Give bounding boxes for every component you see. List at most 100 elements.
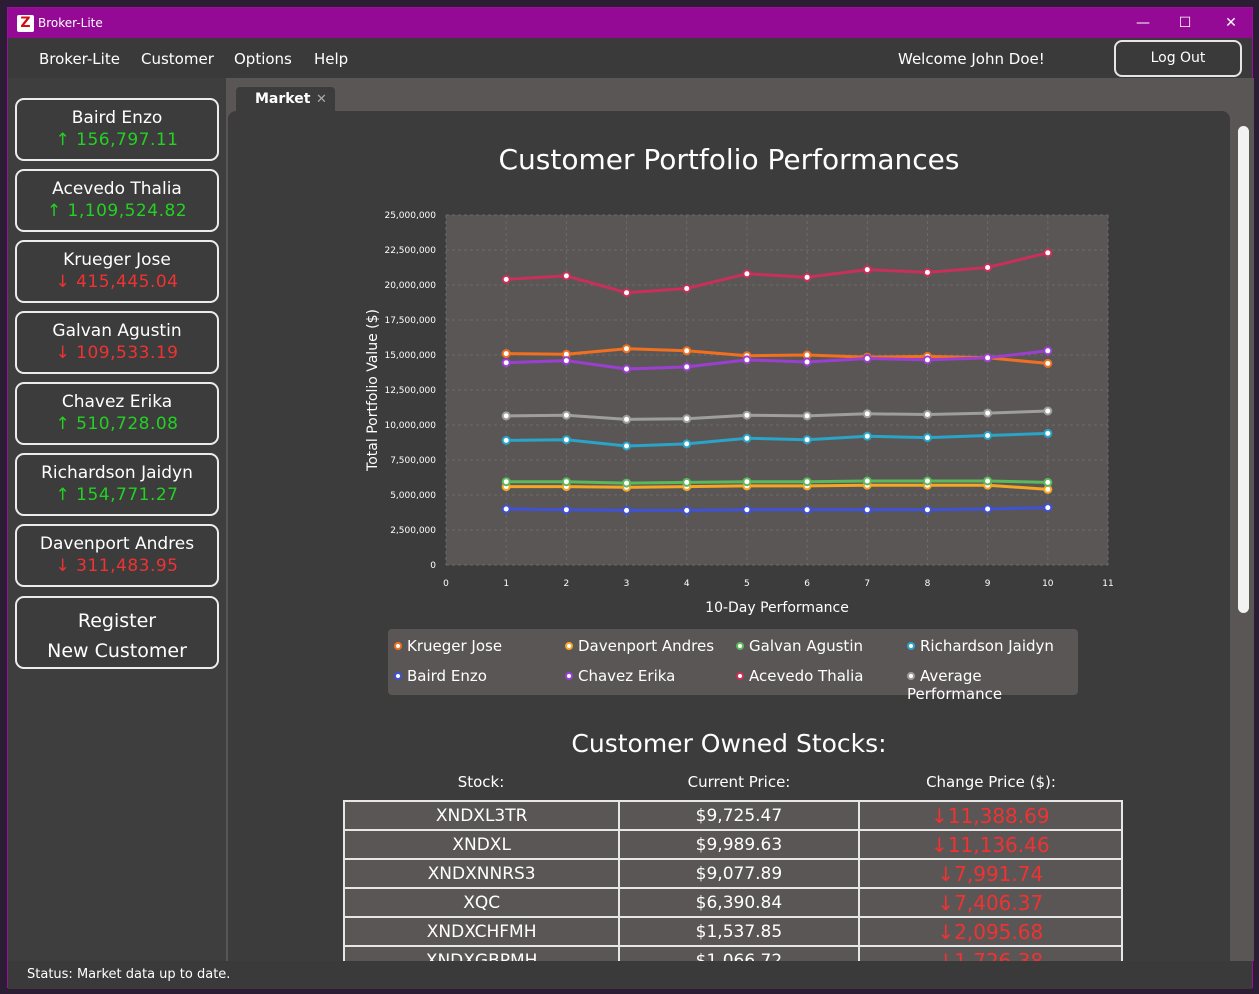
data-point bbox=[622, 441, 632, 451]
data-point bbox=[501, 358, 511, 368]
menu-help[interactable]: Help bbox=[314, 50, 348, 68]
data-point bbox=[501, 411, 511, 421]
stock-price: $9,077.89 bbox=[618, 858, 860, 889]
data-point bbox=[682, 284, 692, 293]
stock-price: $9,989.63 bbox=[618, 829, 860, 860]
data-point bbox=[983, 353, 993, 363]
stock-symbol: XNDXL bbox=[342, 829, 621, 860]
x-tick-label: 10 bbox=[1042, 579, 1054, 589]
menu-broker-lite[interactable]: Broker-Lite bbox=[39, 50, 120, 68]
customer-card-chavez-erika[interactable]: Chavez Erika ↑ 510,728.08 bbox=[15, 382, 219, 445]
menu-customer[interactable]: Customer bbox=[141, 50, 214, 68]
y-tick-label: 17,500,000 bbox=[384, 316, 436, 326]
customer-change: ↑ 1,109,524.82 bbox=[46, 201, 188, 221]
data-point bbox=[862, 505, 872, 515]
menu-options[interactable]: Options bbox=[234, 50, 292, 68]
close-button[interactable]: ✕ bbox=[1219, 13, 1243, 33]
logout-button[interactable]: Log Out bbox=[1114, 40, 1242, 77]
data-point bbox=[1043, 248, 1053, 258]
data-point bbox=[1043, 358, 1053, 368]
register-customer-button[interactable]: Register New Customer bbox=[15, 596, 219, 669]
data-point bbox=[802, 477, 812, 487]
data-point bbox=[862, 409, 872, 419]
stock-column-header: Stock: bbox=[457, 773, 505, 791]
status-bar: Status: Market data up to date. bbox=[8, 961, 1252, 989]
data-point bbox=[802, 357, 812, 367]
data-point bbox=[622, 344, 632, 354]
table-row[interactable]: XNDXNNRS3 $9,077.89 ↓7,991.74 bbox=[342, 858, 1124, 889]
register-label-line1: Register bbox=[77, 610, 157, 632]
tab-close-icon[interactable]: ✕ bbox=[316, 92, 327, 107]
data-point bbox=[922, 355, 932, 365]
customer-change: ↑ 156,797.11 bbox=[55, 130, 179, 150]
customer-change: ↑ 154,771.27 bbox=[55, 485, 179, 505]
data-point bbox=[983, 408, 993, 418]
y-tick-label: 12,500,000 bbox=[384, 386, 436, 396]
y-axis-label: Total Portfolio Value ($) bbox=[365, 309, 381, 472]
data-point bbox=[1043, 428, 1053, 438]
data-point bbox=[922, 433, 932, 443]
table-row[interactable]: XNDXL $9,989.63 ↓11,136.46 bbox=[342, 829, 1124, 860]
data-point bbox=[682, 505, 692, 515]
data-point bbox=[622, 364, 632, 374]
data-point bbox=[501, 274, 511, 284]
table-row[interactable]: XNDXCHFMH $1,537.85 ↓2,095.68 bbox=[342, 916, 1124, 947]
price-column-header: Current Price: bbox=[687, 773, 791, 791]
up-arrow-icon: ↑ bbox=[55, 414, 71, 434]
stocks-table: XNDXL3TR $9,725.47 ↓11,388.69 XNDXL $9,9… bbox=[342, 800, 1124, 961]
customer-card-davenport-andres[interactable]: Davenport Andres ↓ 311,483.95 bbox=[15, 524, 219, 587]
stock-price: $1,066.72 bbox=[618, 945, 860, 961]
data-point bbox=[622, 288, 632, 298]
data-point bbox=[622, 414, 632, 424]
stock-symbol: XNDXL3TR bbox=[342, 800, 621, 831]
data-point bbox=[1043, 477, 1053, 487]
maximize-button[interactable]: ☐ bbox=[1173, 13, 1197, 33]
legend-item-krueger-jose: Krueger Jose bbox=[394, 637, 502, 655]
x-tick-label: 1 bbox=[503, 579, 509, 589]
customer-sidebar: Baird Enzo ↑ 156,797.11 Acevedo Thalia ↑… bbox=[8, 78, 226, 961]
customer-card-richardson-jaidyn[interactable]: Richardson Jaidyn ↑ 154,771.27 bbox=[15, 453, 219, 516]
table-row[interactable]: XQC $6,390.84 ↓7,406.37 bbox=[342, 887, 1124, 918]
y-tick-label: 20,000,000 bbox=[384, 281, 436, 291]
customer-card-galvan-agustin[interactable]: Galvan Agustin ↓ 109,533.19 bbox=[15, 311, 219, 374]
stock-change: ↓7,991.74 bbox=[857, 858, 1124, 889]
y-tick-label: 7,500,000 bbox=[390, 456, 436, 466]
customer-change: ↓ 311,483.95 bbox=[55, 556, 179, 576]
welcome-message: Welcome John Doe! bbox=[898, 50, 1045, 68]
data-point bbox=[983, 431, 993, 440]
data-point bbox=[922, 476, 932, 486]
stock-change: ↓1,726.38 bbox=[857, 945, 1124, 961]
tab-market[interactable]: Market ✕ bbox=[236, 87, 335, 113]
down-arrow-icon: ↓ bbox=[55, 272, 71, 292]
data-point bbox=[742, 410, 752, 420]
table-row[interactable]: XNDXGBPMH $1,066.72 ↓1,726.38 bbox=[342, 945, 1124, 961]
customer-card-baird-enzo[interactable]: Baird Enzo ↑ 156,797.11 bbox=[15, 98, 219, 161]
x-tick-label: 6 bbox=[804, 579, 810, 589]
data-point bbox=[682, 362, 692, 372]
customer-name: Galvan Agustin bbox=[52, 321, 182, 341]
stock-change: ↓2,095.68 bbox=[857, 916, 1124, 947]
customer-name: Baird Enzo bbox=[71, 108, 163, 128]
register-label-line2: New Customer bbox=[47, 640, 187, 662]
x-tick-label: 5 bbox=[744, 579, 750, 589]
data-point bbox=[1043, 503, 1053, 513]
data-point bbox=[922, 410, 932, 419]
table-row[interactable]: XNDXL3TR $9,725.47 ↓11,388.69 bbox=[342, 800, 1124, 831]
vertical-scrollbar[interactable] bbox=[1238, 126, 1249, 613]
legend-marker-icon bbox=[394, 642, 402, 650]
data-point bbox=[501, 477, 511, 487]
customer-card-acevedo-thalia[interactable]: Acevedo Thalia ↑ 1,109,524.82 bbox=[15, 169, 219, 232]
customer-card-krueger-jose[interactable]: Krueger Jose ↓ 415,445.04 bbox=[15, 240, 219, 303]
legend-item-average-performance: Average Performance bbox=[907, 667, 1003, 703]
tab-label: Market bbox=[255, 91, 311, 107]
title-bar: Z Broker-Lite — ☐ ✕ bbox=[8, 8, 1252, 38]
legend-item-davenport-andres: Davenport Andres bbox=[565, 637, 714, 655]
menu-bar: Broker-Lite Customer Options Help Welcom… bbox=[8, 38, 1252, 78]
data-point bbox=[983, 476, 993, 486]
legend-marker-icon bbox=[394, 672, 402, 680]
stock-price: $6,390.84 bbox=[618, 887, 860, 918]
legend-item-chavez-erika: Chavez Erika bbox=[565, 667, 675, 685]
minimize-button[interactable]: — bbox=[1131, 13, 1155, 33]
portfolio-line-chart: 02,500,0005,000,0007,500,00010,000,00012… bbox=[365, 211, 1114, 616]
data-point bbox=[983, 504, 993, 514]
